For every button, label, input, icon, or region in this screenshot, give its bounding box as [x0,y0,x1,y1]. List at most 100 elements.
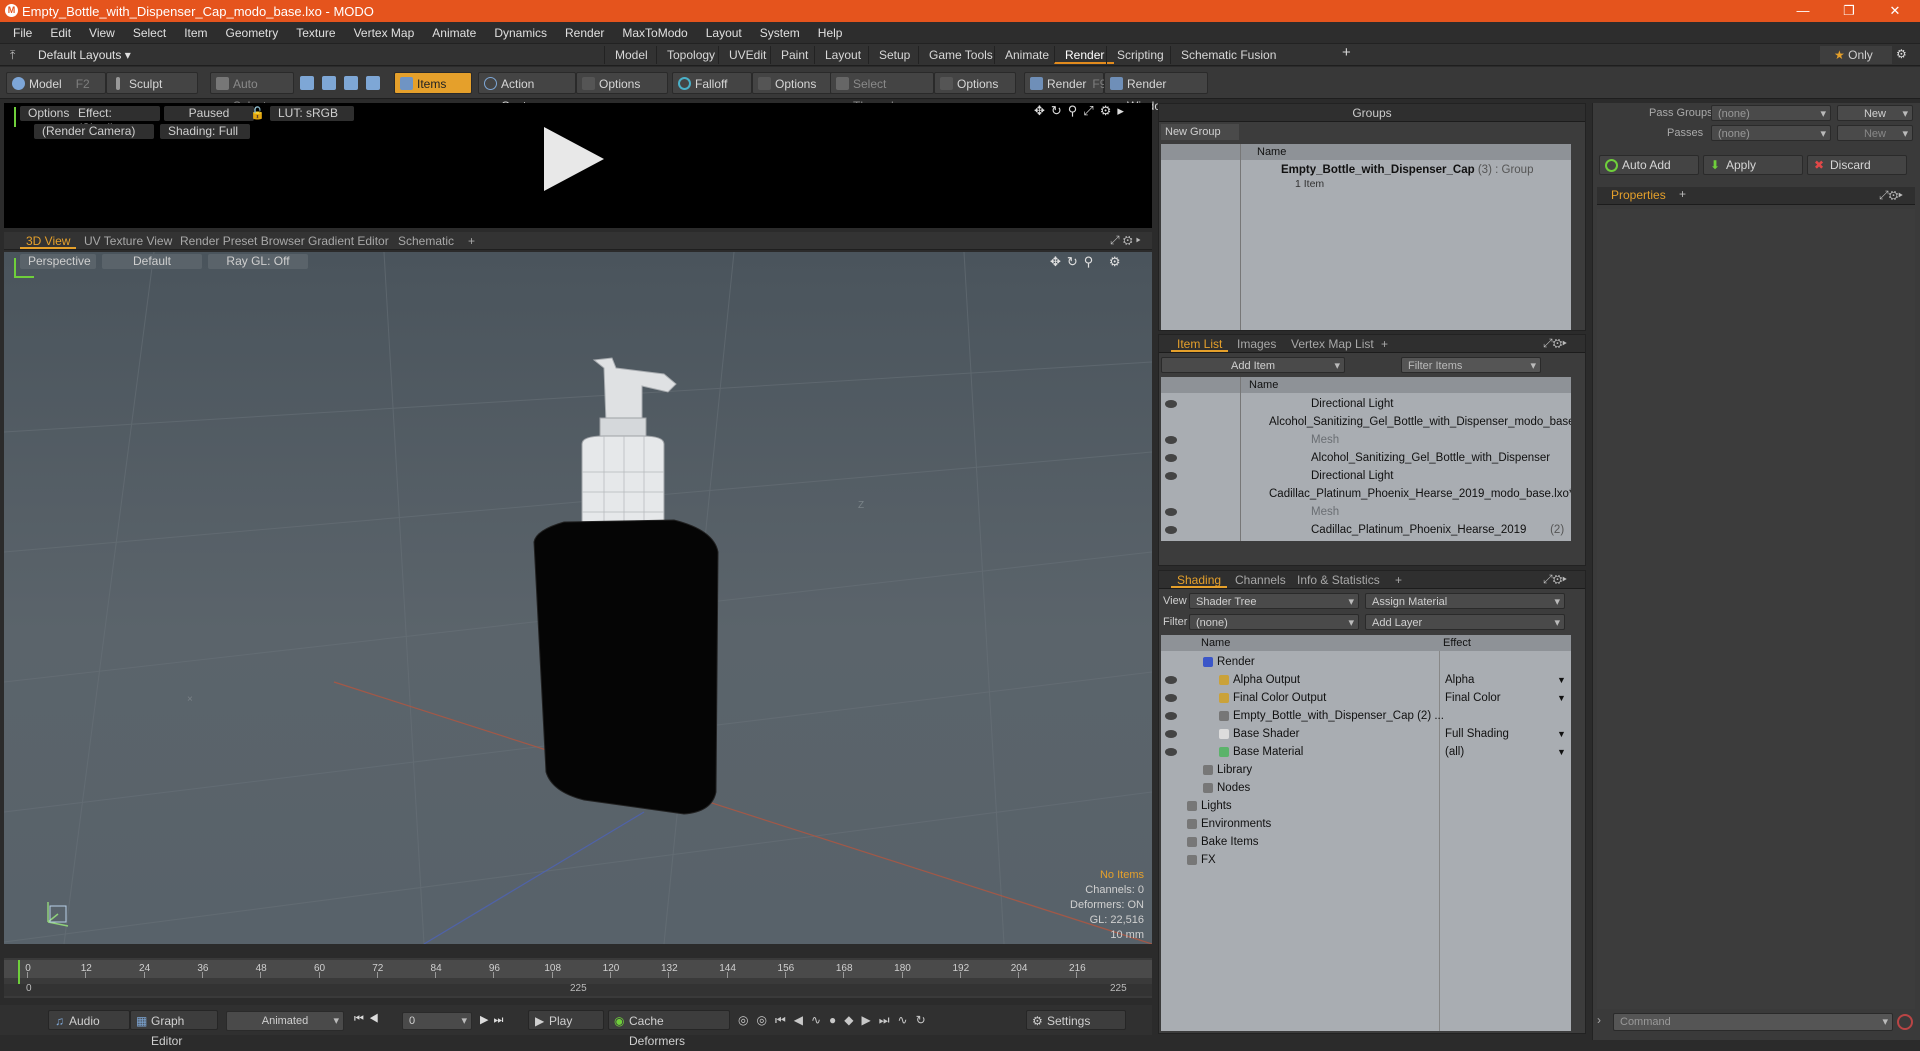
shader-row[interactable]: Lights [1161,797,1571,815]
menu-edit[interactable]: Edit [41,26,80,40]
gear-icon[interactable]: ⚙ [1896,47,1907,61]
effect-dropdown-icon[interactable]: ▼ [1557,671,1566,689]
menu-animate[interactable]: Animate [423,26,485,40]
discard-button[interactable]: ✖ Discard [1807,155,1907,175]
eye-icon[interactable] [1165,730,1177,738]
tab-game-tools[interactable]: Game Tools [918,46,1003,64]
polygons-mode-icon[interactable] [344,76,358,90]
model-button[interactable]: Model F2 [6,72,106,94]
menu-view[interactable]: View [80,26,124,40]
eye-icon[interactable] [1165,508,1177,516]
list-item[interactable]: Cadillac_Platinum_Phoenix_Hearse_2019_mo… [1161,485,1571,503]
frame-input[interactable]: 0 [402,1012,472,1030]
menu-system[interactable]: System [751,26,809,40]
transport-forward-icons[interactable]: ▶⏭ [480,1013,508,1027]
list-item[interactable]: Mesh [1161,503,1571,521]
shading-tab-shading[interactable]: Shading [1171,572,1228,588]
graph-editor-button[interactable]: ▦ Graph Editor [130,1010,218,1048]
shader-effect[interactable]: Full Shading [1445,725,1509,743]
play-button[interactable]: ▶ Play [528,1010,604,1030]
view-tab-3d-view[interactable]: 3D View [20,233,77,249]
render-window-button[interactable]: Render Window [1104,72,1208,113]
shading-controls[interactable]: ⤢⚙▸ [1543,572,1567,587]
shader-row[interactable]: Empty_Bottle_with_Dispenser_Cap (2) ... [1161,707,1571,725]
list-item[interactable]: Mesh [1161,431,1571,449]
filter-dropdown[interactable]: (none) [1189,614,1359,631]
add-layout-icon[interactable]: + [1332,44,1361,62]
command-input[interactable]: Command [1613,1013,1893,1031]
add-layer-dropdown[interactable]: Add Layer [1365,614,1565,631]
menu-geometry[interactable]: Geometry [217,26,288,40]
list-item[interactable]: Directional Light [1161,395,1571,413]
sculpt-button[interactable]: Sculpt [106,72,198,94]
add-item-dropdown[interactable]: Add Item [1161,357,1345,374]
filter-items-input[interactable]: Filter Items [1401,357,1541,374]
falloff-button[interactable]: Falloff [672,72,752,94]
passes-dropdown[interactable]: (none) [1711,125,1831,142]
edges-mode-icon[interactable] [322,76,336,90]
pass-groups-dropdown[interactable]: (none) [1711,105,1831,122]
vertices-mode-icon[interactable] [300,76,314,90]
menu-file[interactable]: File [4,26,41,40]
item-list-tab-item-list[interactable]: Item List [1171,336,1229,352]
3d-viewport[interactable]: Perspective Default Ray GL: Off ✥↻⚲ ⚙ Z … [4,252,1152,944]
menu-help[interactable]: Help [809,26,852,40]
tab-layout[interactable]: Layout [814,46,871,64]
view-tab-render-preset-browser[interactable]: Render Preset Browser [174,233,311,249]
menu-dynamics[interactable]: Dynamics [485,26,556,40]
timeline[interactable]: 0 12 24 36 48 60 72 84 96 108 120 132 144 156 168 180 19… [4,958,1152,998]
restore-icon[interactable]: ❐ [1826,0,1872,22]
shader-row[interactable]: Base Material (all) ▼ [1161,743,1571,761]
shader-row[interactable]: Alpha Output Alpha ▼ [1161,671,1571,689]
tab-uvedit[interactable]: UVEdit [718,46,776,64]
auto-select-button[interactable]: Auto Select [210,72,294,113]
view-tab-uv-texture-view[interactable]: UV Texture View [78,233,178,249]
apply-button[interactable]: ⬇ Apply [1703,155,1803,175]
shader-row[interactable]: Render [1161,653,1571,671]
auto-add-button[interactable]: Auto Add [1599,155,1699,175]
shader-row[interactable]: Bake Items [1161,833,1571,851]
eye-icon[interactable] [1165,694,1177,702]
command-stop-icon[interactable] [1897,1014,1913,1030]
default-dropdown[interactable]: Default [102,254,202,269]
add-tab-icon[interactable]: + [1389,572,1408,588]
shading-dropdown[interactable]: Shading: Full [160,124,250,139]
shader-effect[interactable]: Alpha [1445,671,1474,689]
add-tab-icon[interactable]: + [1375,336,1394,352]
close-icon[interactable]: ✕ [1872,0,1918,22]
select-through-button[interactable]: Select Through [830,72,934,113]
effect-dropdown-icon[interactable]: ▼ [1557,743,1566,761]
shading-tab-info-statistics[interactable]: Info & Statistics [1291,572,1386,588]
shading-tab-channels[interactable]: Channels [1229,572,1292,588]
falloff-options-button[interactable]: Options [752,72,832,94]
effect-dropdown[interactable]: Effect: (Shadi... [70,106,160,135]
view-tabs-controls[interactable]: ⤢ ⚙ ▸ [1110,233,1141,248]
perspective-dropdown[interactable]: Perspective [20,254,96,269]
transport-back-icons[interactable]: ⏮◀ [354,1013,384,1026]
add-view-tab-icon[interactable]: + [462,233,481,249]
view-tab-gradient-editor[interactable]: Gradient Editor [302,233,395,249]
properties-tab[interactable]: Properties [1611,188,1666,202]
shader-row[interactable]: Base Shader Full Shading ▼ [1161,725,1571,743]
select-through-options-button[interactable]: Options [934,72,1016,94]
action-center-button[interactable]: Action Center [478,72,576,113]
list-item[interactable]: Directional Light [1161,467,1571,485]
viewport-nav-icons[interactable]: ✥↻⚲ ⚙ [1050,254,1127,270]
materials-mode-icon[interactable] [366,76,380,90]
item-list-controls[interactable]: ⤢⚙▸ [1543,336,1567,351]
effect-dropdown-icon[interactable]: ▼ [1557,725,1566,743]
menu-render[interactable]: Render [556,26,613,40]
groups-list[interactable]: Name Empty_Bottle_with_Dispenser_Cap (3)… [1161,144,1571,330]
menu-vertex-map[interactable]: Vertex Map [345,26,424,40]
eye-icon[interactable] [1165,526,1177,534]
items-button[interactable]: Items [394,72,472,94]
tab-paint[interactable]: Paint [770,46,818,64]
item-list-tab-images[interactable]: Images [1231,336,1282,352]
view-tab-schematic[interactable]: Schematic [392,233,460,249]
eye-icon[interactable] [1165,436,1177,444]
tab-model[interactable]: Model [604,46,658,64]
groups-toggle-columns[interactable] [1161,144,1241,330]
cache-deformers-button[interactable]: ◉ Cache Deformers [608,1010,730,1048]
list-item[interactable]: Cadillac_Platinum_Phoenix_Hearse_2019 (2) [1161,521,1571,539]
raygl-dropdown[interactable]: Ray GL: Off [208,254,308,269]
